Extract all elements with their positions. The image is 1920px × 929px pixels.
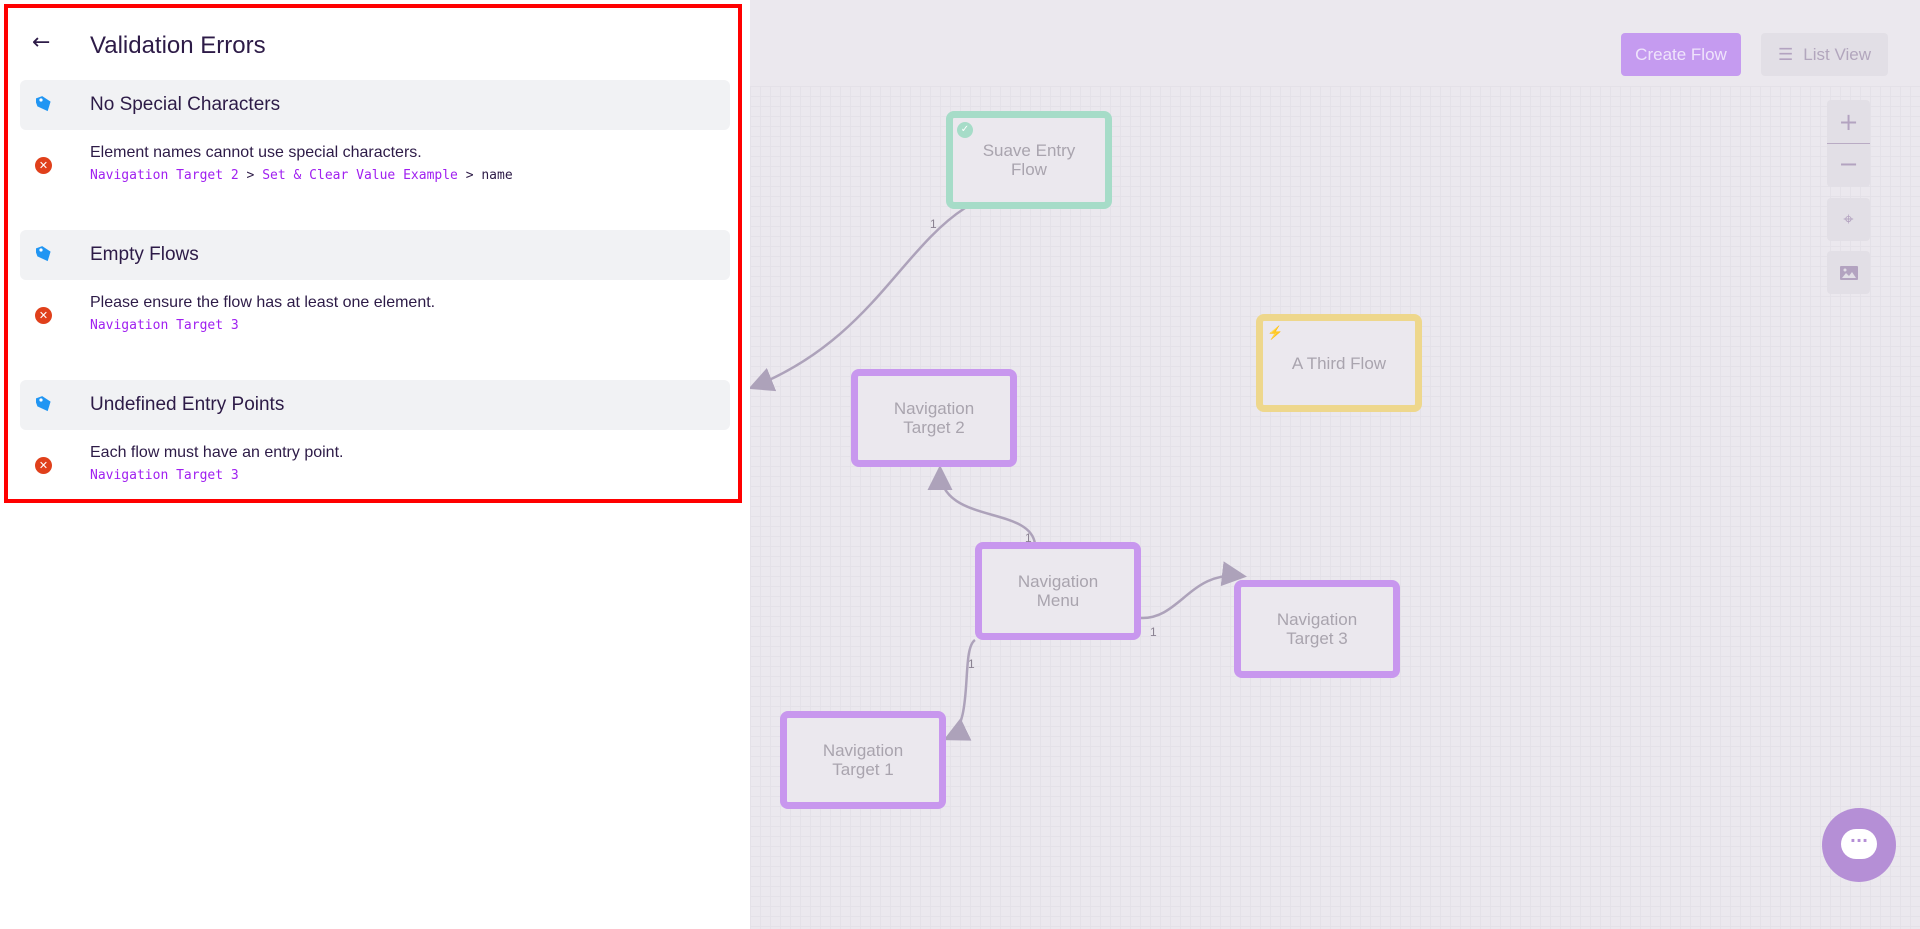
panel-title: Validation Errors: [90, 32, 266, 59]
path-link[interactable]: Navigation Target 3: [90, 468, 239, 483]
flow-node-navigation-menu[interactable]: Navigation Menu: [975, 542, 1141, 640]
path-link[interactable]: Navigation Target 3: [90, 318, 239, 333]
list-icon: ☰: [1778, 45, 1794, 64]
error-item: ✕ Each flow must have an entry point. Na…: [20, 444, 730, 504]
list-view-label: List View: [1803, 45, 1871, 64]
tag-icon: [36, 396, 51, 412]
category-label: Empty Flows: [90, 244, 199, 265]
error-item: ✕ Please ensure the flow has at least on…: [20, 294, 730, 354]
error-path: Navigation Target 3: [90, 318, 239, 333]
error-message: Each flow must have an entry point.: [90, 444, 344, 461]
image-export-button[interactable]: [1827, 251, 1870, 294]
tag-icon: [36, 246, 51, 262]
error-icon: ✕: [35, 457, 52, 474]
error-path: Navigation Target 2 > Set & Clear Value …: [90, 168, 513, 183]
image-icon: [1839, 266, 1858, 280]
crosshair-icon: ⌖: [1843, 209, 1854, 230]
error-message: Please ensure the flow has at least one …: [90, 294, 436, 311]
path-separator: >: [246, 168, 255, 183]
node-label: A Third Flow: [1291, 353, 1387, 373]
error-path: Navigation Target 3: [90, 468, 239, 483]
error-icon: ✕: [35, 307, 52, 324]
category-undefined-entry-points[interactable]: Undefined Entry Points: [20, 380, 730, 430]
flow-node-navigation-target-1[interactable]: Navigation Target 1: [780, 711, 946, 809]
category-label: Undefined Entry Points: [90, 394, 285, 415]
category-label: No Special Characters: [90, 94, 281, 115]
node-label: Navigation Menu: [1017, 572, 1099, 610]
list-view-button[interactable]: ☰ List View: [1761, 33, 1888, 76]
error-message: Element names cannot use special charact…: [90, 144, 422, 161]
path-link[interactable]: Navigation Target 2: [90, 168, 239, 183]
category-empty-flows[interactable]: Empty Flows: [20, 230, 730, 280]
back-arrow-icon[interactable]: ←: [32, 30, 50, 55]
flow-node-a-third-flow[interactable]: ⚡ A Third Flow: [1256, 314, 1422, 412]
path-leaf: name: [481, 168, 513, 183]
node-label: Navigation Target 3: [1276, 610, 1358, 648]
validation-errors-panel: ← Validation Errors No Special Character…: [0, 0, 750, 929]
path-separator: >: [465, 168, 474, 183]
node-label: Suave Entry Flow: [982, 141, 1076, 179]
flow-node-suave-entry-flow[interactable]: ✓ Suave Entry Flow: [946, 111, 1112, 209]
node-label: Navigation Target 1: [822, 741, 904, 779]
flow-node-navigation-target-3[interactable]: Navigation Target 3: [1234, 580, 1400, 678]
zoom-out-button[interactable]: −: [1827, 144, 1870, 187]
flow-node-navigation-target-2[interactable]: Navigation Target 2: [851, 369, 1017, 467]
zoom-in-button[interactable]: +: [1827, 100, 1870, 144]
category-no-special-characters[interactable]: No Special Characters: [20, 80, 730, 130]
node-label: Navigation Target 2: [893, 399, 975, 437]
error-item: ✕ Element names cannot use special chara…: [20, 144, 730, 204]
path-link[interactable]: Set & Clear Value Example: [262, 168, 458, 183]
flow-canvas[interactable]: Create Flow ☰ List View + − ⌖ 1 1 1 1 ✓ Su…: [750, 0, 1920, 929]
error-icon: ✕: [35, 157, 52, 174]
locate-button[interactable]: ⌖: [1827, 198, 1870, 241]
chat-button[interactable]: ···: [1822, 808, 1896, 882]
lightning-icon: ⚡: [1267, 325, 1284, 340]
check-circle-icon: ✓: [957, 122, 973, 138]
chat-bubble-icon: ···: [1841, 829, 1877, 859]
tag-icon: [36, 96, 51, 112]
create-flow-button[interactable]: Create Flow: [1621, 33, 1741, 76]
